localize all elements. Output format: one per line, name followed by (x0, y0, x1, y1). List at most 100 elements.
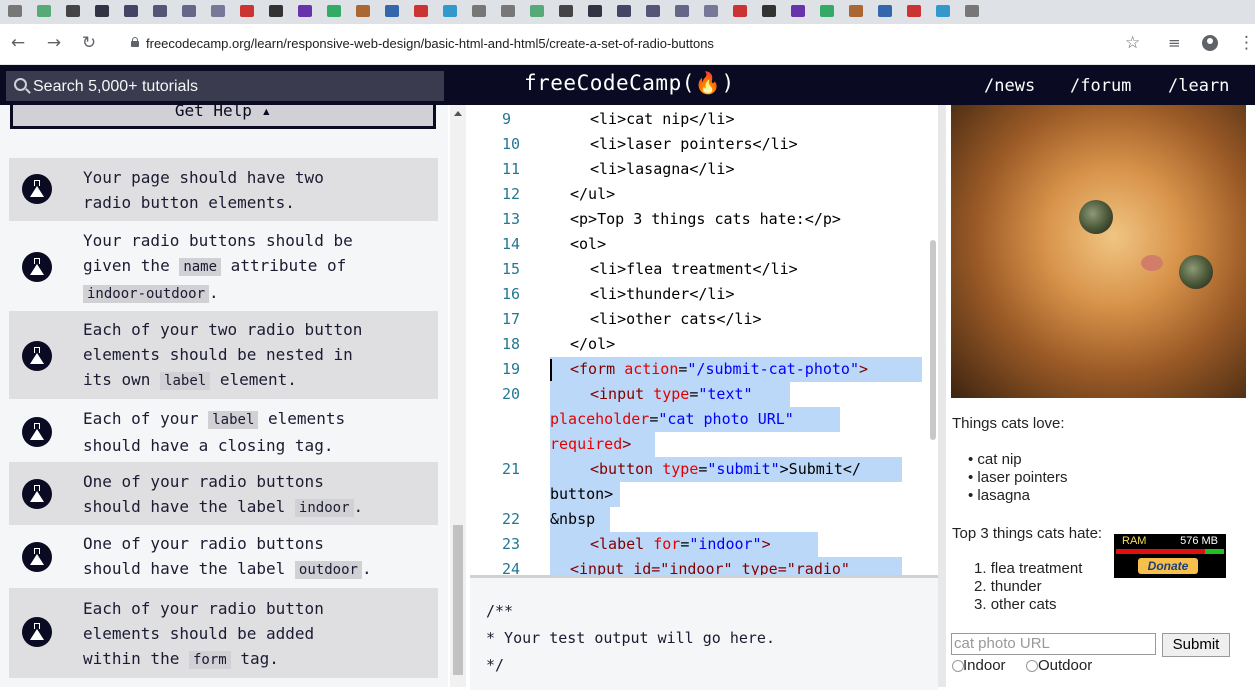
cat-photo[interactable] (951, 105, 1246, 398)
extension-icon[interactable] (733, 5, 747, 17)
extension-icon[interactable] (617, 5, 631, 17)
back-icon[interactable]: ← (8, 32, 28, 54)
lock-icon[interactable] (131, 37, 139, 47)
extension-icon[interactable] (762, 5, 776, 17)
flask-icon (22, 617, 52, 647)
line-number: 13 (502, 210, 521, 228)
test-text: . (209, 283, 219, 302)
code-text: >Submit</ (779, 460, 861, 478)
extension-icon[interactable] (878, 5, 892, 17)
code-value: "indoor" (689, 535, 762, 553)
code-tag: > (622, 435, 632, 453)
extension-icon[interactable] (95, 5, 109, 17)
nav-link-forum[interactable]: /forum (1070, 76, 1131, 96)
get-help-button[interactable]: Get Help ▴ (10, 105, 436, 129)
test-text: radio button elements. (83, 193, 295, 212)
line-number: 16 (502, 285, 521, 303)
test-text: given the (83, 256, 180, 275)
extension-icon[interactable] (414, 5, 428, 17)
extension-icon[interactable] (588, 5, 602, 17)
extension-icon[interactable] (66, 5, 80, 17)
extension-icon[interactable] (182, 5, 196, 17)
nav-link-news[interactable]: /news (984, 76, 1035, 96)
test-text: should have the label (83, 497, 295, 516)
extension-icon[interactable] (472, 5, 486, 17)
flask-icon (22, 542, 52, 572)
extension-icon[interactable] (153, 5, 167, 17)
extension-icon[interactable] (907, 5, 921, 17)
pane-divider[interactable] (938, 105, 946, 687)
extension-icon[interactable] (269, 5, 283, 17)
line-number: 12 (502, 185, 521, 203)
line-number: 21 (502, 460, 521, 478)
profile-icon[interactable] (1202, 35, 1218, 51)
nav-link-learn[interactable]: /learn (1168, 76, 1229, 96)
list-item: • cat nip (968, 451, 1022, 468)
test-item: Your radio buttons should be given the na… (9, 224, 438, 311)
extension-icon[interactable] (936, 5, 950, 17)
code-text: <li>other cats</li> (590, 310, 762, 328)
extension-icon[interactable] (646, 5, 660, 17)
text-cursor (550, 359, 552, 381)
scroll-up-arrow-icon[interactable] (454, 111, 462, 116)
extension-icon[interactable] (675, 5, 689, 17)
code-snippet: indoor-outdoor (83, 285, 210, 303)
forward-icon[interactable]: → (44, 32, 64, 54)
outdoor-radio[interactable] (1026, 660, 1038, 672)
test-text: Each of your two radio button (83, 320, 363, 339)
instructions-scrollbar[interactable] (450, 105, 466, 687)
donate-button[interactable]: Donate (1138, 558, 1198, 574)
search-placeholder: Search 5,000+ tutorials (33, 78, 198, 95)
extension-icon[interactable] (385, 5, 399, 17)
browser-toolbar: ← → ↻ freecodecamp.org/learn/responsive-… (0, 24, 1255, 65)
test-item: Each of your radio button elements should… (9, 588, 438, 678)
test-text: One of your radio buttons (83, 472, 324, 491)
extension-icon[interactable] (211, 5, 225, 17)
star-icon[interactable]: ☆ (1125, 33, 1140, 53)
radio-label[interactable]: Indoor (963, 657, 1006, 674)
extension-icon[interactable] (849, 5, 863, 17)
url-field[interactable]: freecodecamp.org/learn/responsive-web-de… (146, 36, 714, 51)
test-text: Each of your radio button (83, 599, 324, 618)
ram-value: 576 MB (1180, 535, 1218, 547)
extension-icon[interactable] (356, 5, 370, 17)
extension-icon[interactable] (124, 5, 138, 17)
console-line: */ (486, 656, 505, 674)
extension-icon[interactable] (559, 5, 573, 17)
extension-icon[interactable] (327, 5, 341, 17)
reading-list-icon[interactable]: ≡ (1168, 33, 1181, 53)
code-editor[interactable]: 9 <li>cat nip</li> 10 <li>laser pointers</… (470, 105, 938, 575)
line-number: 11 (502, 160, 521, 178)
code-snippet: form (188, 651, 231, 669)
extension-icon[interactable] (37, 5, 51, 17)
submit-button[interactable]: Submit (1162, 633, 1230, 657)
extension-icon[interactable] (704, 5, 718, 17)
scrollbar-thumb[interactable] (453, 525, 463, 675)
test-text: One of your radio buttons (83, 534, 324, 553)
search-input[interactable]: Search 5,000+ tutorials (6, 71, 444, 101)
code-snippet: outdoor (294, 561, 362, 579)
site-logo[interactable]: freeCodeCamp(🔥) (524, 71, 735, 96)
code-tag: <input (590, 385, 645, 403)
reload-icon[interactable]: ↻ (79, 32, 99, 54)
test-text: should have a closing tag. (83, 436, 334, 455)
extension-icon[interactable] (443, 5, 457, 17)
extension-icon[interactable] (240, 5, 254, 17)
code-text: <li>lasagna</li> (590, 160, 735, 178)
extension-icon[interactable] (501, 5, 515, 17)
test-text: elements (258, 409, 346, 428)
extension-icon[interactable] (820, 5, 834, 17)
menu-icon[interactable]: ⋮ (1238, 33, 1255, 53)
code-value: "/submit-cat-photo" (687, 360, 859, 378)
extension-icon[interactable] (791, 5, 805, 17)
editor-scrollbar[interactable] (930, 240, 936, 440)
list-item: 1. flea treatment (974, 560, 1083, 577)
extension-icon[interactable] (530, 5, 544, 17)
cat-photo-url-input[interactable]: cat photo URL (951, 633, 1156, 655)
code-attribute: for (653, 535, 681, 553)
extension-icon[interactable] (965, 5, 979, 17)
extension-icon[interactable] (8, 5, 22, 17)
extension-icon[interactable] (298, 5, 312, 17)
radio-label[interactable]: Outdoor (1038, 657, 1092, 674)
site-navbar: Search 5,000+ tutorials freeCodeCamp(🔥) … (0, 65, 1255, 105)
